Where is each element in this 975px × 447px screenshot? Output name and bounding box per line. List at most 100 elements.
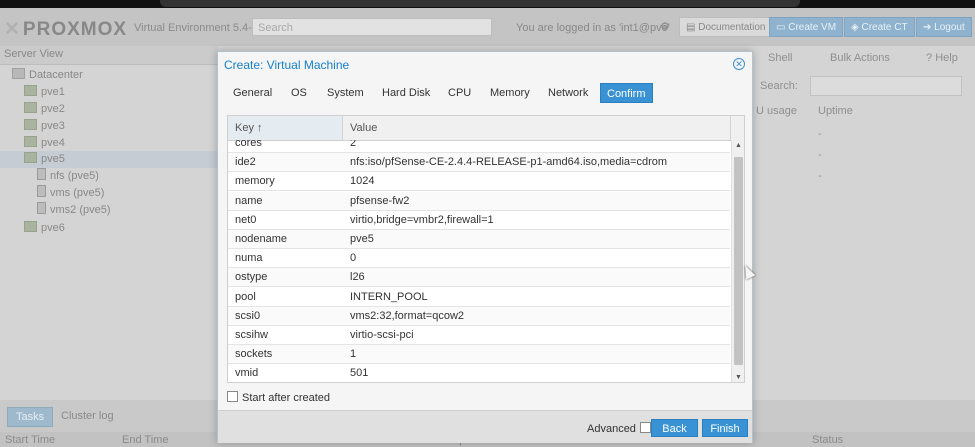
tree-item-vms2[interactable]: vms2 (pve5): [37, 202, 111, 219]
scroll-down-icon[interactable]: ▼: [735, 374, 742, 381]
tab-hard-disk[interactable]: Hard Disk: [376, 83, 436, 103]
help-button[interactable]: ? Help: [926, 52, 958, 64]
row-value: pfsense-fw2: [350, 194, 410, 207]
help-icon: ?: [926, 52, 936, 64]
grid-header: Key ↑ Value: [228, 116, 744, 141]
table-row[interactable]: sockets 1: [228, 345, 730, 365]
tree-item-pve4[interactable]: pve4: [24, 135, 65, 152]
table-row[interactable]: ide2 nfs:iso/pfSense-CE-2.4.4-RELEASE-p1-…: [228, 153, 730, 173]
table-row[interactable]: numa 0: [228, 249, 730, 269]
row-value: virtio-scsi-pci: [350, 329, 414, 341]
panel-search-input[interactable]: [810, 76, 962, 96]
create-vm-button[interactable]: ▭ Create VM: [769, 17, 844, 37]
close-icon[interactable]: ✕: [733, 58, 745, 70]
table-row[interactable]: net0 virtio,bridge=vmbr2,firewall=1: [228, 211, 730, 230]
search-input[interactable]: Search: [252, 18, 492, 36]
row-key: memory: [235, 175, 275, 188]
logo-x-icon: ✕: [4, 19, 21, 40]
tab-confirm[interactable]: Confirm: [600, 83, 653, 103]
row-key: vmid: [235, 367, 259, 380]
tree-item-pve3[interactable]: pve3: [24, 118, 65, 135]
tab-memory[interactable]: Memory: [484, 83, 536, 103]
create-vm-dialog: Create: Virtual Machine ✕ General OS Sys…: [217, 51, 753, 443]
scroll-up-icon[interactable]: ▲: [735, 142, 742, 149]
server-view-header[interactable]: Server View: [0, 46, 218, 65]
uptime-header[interactable]: Uptime: [818, 105, 853, 117]
tree-item-nfs[interactable]: nfs (pve5): [37, 168, 99, 185]
value-column-header[interactable]: Value: [343, 116, 731, 140]
monitor-icon: ▭: [776, 22, 789, 33]
row-key: net0: [235, 213, 257, 226]
logout-icon: ➔: [923, 22, 935, 33]
row-key: numa: [235, 252, 263, 265]
tab-general[interactable]: General: [227, 83, 278, 103]
grid-rows: cores 2 ide2 nfs:iso/pfSense-CE-2.4.4-RELEA…: [228, 140, 730, 382]
version-label: Virtual Environment 5.4-3: [134, 22, 258, 34]
documentation-button[interactable]: ▤ Documentation: [679, 17, 773, 37]
checkbox-icon[interactable]: [639, 422, 651, 433]
server-view-title: Server View: [4, 48, 64, 60]
tree-item-vms[interactable]: vms (pve5): [37, 185, 104, 202]
confirm-grid: Key ↑ Value cores 2 ide2 nfs:iso/pfSense-CE…: [227, 115, 745, 383]
tab-cluster-log[interactable]: Cluster log: [53, 407, 122, 425]
column-end-time[interactable]: End Time: [122, 434, 168, 446]
advanced-checkbox[interactable]: Advanced: [587, 422, 651, 435]
logout-button[interactable]: ➔ Logout: [916, 17, 972, 37]
tree-label: Datacenter: [29, 69, 83, 81]
create-ct-button[interactable]: ◈ Create CT: [844, 17, 915, 37]
row-key: name: [235, 194, 263, 207]
grid-scrollbar[interactable]: ▲ ▼: [731, 140, 744, 382]
start-after-created-label: Start after created: [242, 392, 331, 404]
node-icon: [24, 119, 37, 130]
bulk-actions-label: Bulk Actions: [830, 52, 890, 64]
bulk-actions-button[interactable]: Bulk Actions: [830, 52, 890, 64]
create-ct-label: Create CT: [861, 22, 908, 33]
tab-tasks[interactable]: Tasks: [7, 407, 54, 427]
uptime-value: -: [818, 170, 822, 182]
wizard-tabs: General OS System Hard Disk CPU Memory N…: [218, 81, 752, 107]
key-column-header[interactable]: Key ↑: [228, 116, 343, 140]
tree-item-pve1[interactable]: pve1: [24, 84, 65, 101]
storage-icon: [37, 168, 46, 180]
table-row[interactable]: pool INTERN_POOL: [228, 288, 730, 307]
gear-icon[interactable]: ⚙: [660, 20, 670, 33]
tab-system[interactable]: System: [321, 83, 370, 103]
start-after-created-checkbox[interactable]: Start after created: [227, 391, 330, 405]
cpu-usage-header[interactable]: U usage: [756, 105, 797, 117]
row-key: scsihw: [235, 329, 269, 341]
tree-item-datacenter[interactable]: Datacenter: [12, 67, 83, 84]
table-row[interactable]: scsihw virtio-scsi-pci: [228, 326, 730, 345]
table-row[interactable]: memory 1024: [228, 172, 730, 192]
row-value: 1024: [350, 175, 375, 188]
tab-network[interactable]: Network: [542, 83, 594, 103]
scrollbar-thumb[interactable]: [734, 157, 743, 365]
row-value: 1: [350, 348, 357, 361]
table-row[interactable]: cores 2: [228, 140, 730, 153]
tree-item-pve2[interactable]: pve2: [24, 101, 65, 118]
column-status[interactable]: Status: [812, 434, 843, 446]
finish-button[interactable]: Finish: [702, 419, 748, 437]
table-row[interactable]: nodename pve5: [228, 230, 730, 249]
shell-label: Shell: [768, 52, 793, 64]
shell-button[interactable]: Shell: [768, 52, 792, 64]
logout-label: Logout: [934, 22, 965, 33]
tree-label: vms2 (pve5): [50, 204, 111, 216]
row-value: 501: [350, 367, 369, 380]
back-button[interactable]: Back: [651, 419, 698, 437]
tree-item-pve5[interactable]: pve5: [0, 151, 218, 168]
tab-cpu[interactable]: CPU: [442, 83, 477, 103]
cube-icon: ◈: [851, 22, 862, 33]
table-row[interactable]: vmid 501: [228, 364, 730, 382]
tree-item-pve6[interactable]: pve6: [24, 220, 65, 237]
node-icon: [24, 221, 37, 232]
table-row[interactable]: name pfsense-fw2: [228, 191, 730, 211]
address-bar[interactable]: [160, 0, 800, 7]
tab-os[interactable]: OS: [285, 83, 313, 103]
table-row[interactable]: scsi0 vms2:32,format=qcow2: [228, 306, 730, 326]
column-start-time[interactable]: Start Time: [5, 434, 55, 446]
checkbox-icon[interactable]: [227, 391, 238, 402]
row-value: 0: [350, 252, 357, 265]
node-icon: [24, 152, 37, 163]
table-row[interactable]: ostype l26: [228, 268, 730, 288]
browser-url-strip: [0, 0, 975, 8]
